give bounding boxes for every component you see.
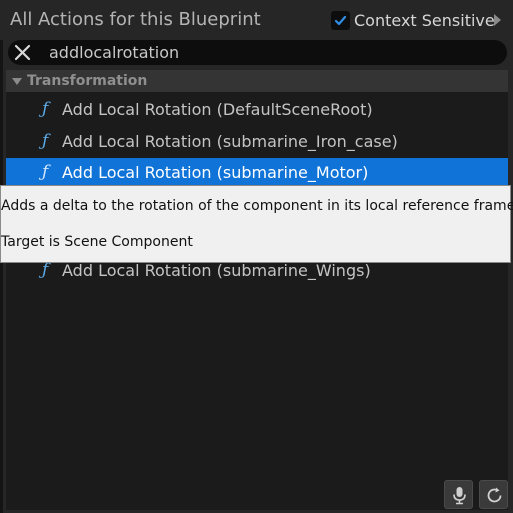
collapse-arrow-icon[interactable] xyxy=(12,78,22,85)
function-icon: ƒ xyxy=(42,260,49,280)
category-label: Transformation xyxy=(27,73,148,89)
list-item[interactable]: ƒ Add Local Rotation (DefaultSceneRoot) xyxy=(6,95,508,125)
tooltip-description: Adds a delta to the rotation of the comp… xyxy=(1,198,513,214)
function-icon: ƒ xyxy=(42,131,49,151)
voice-search-button[interactable] xyxy=(444,480,473,509)
list-item-label: Add Local Rotation (DefaultSceneRoot) xyxy=(62,100,373,119)
close-icon[interactable] xyxy=(14,44,31,61)
action-menu-panel: All Actions for this Blueprint Context S… xyxy=(0,0,513,513)
microphone-icon xyxy=(453,487,466,505)
context-sensitive-checkbox[interactable] xyxy=(331,11,350,30)
checkmark-icon xyxy=(334,15,347,26)
search-input[interactable]: addlocalrotation xyxy=(49,43,179,62)
function-icon: ƒ xyxy=(42,162,49,182)
panel-title: All Actions for this Blueprint xyxy=(10,9,261,30)
list-item-selected[interactable]: ƒ Add Local Rotation (submarine_Motor) xyxy=(6,158,508,188)
list-item[interactable]: ƒ Add Local Rotation (submarine_Iron_cas… xyxy=(6,127,508,157)
refresh-icon xyxy=(487,487,502,503)
refresh-button[interactable] xyxy=(479,480,508,509)
category-transformation[interactable]: Transformation xyxy=(6,70,508,92)
function-icon: ƒ xyxy=(42,99,49,119)
list-item-label: Add Local Rotation (submarine_Iron_case) xyxy=(62,132,398,151)
search-box[interactable]: addlocalrotation xyxy=(8,40,507,65)
list-item-label: Add Local Rotation (submarine_Wings) xyxy=(62,261,371,280)
expand-arrow-icon[interactable] xyxy=(494,14,501,26)
context-sensitive-label[interactable]: Context Sensitive xyxy=(354,11,495,30)
tooltip: Adds a delta to the rotation of the comp… xyxy=(0,185,513,263)
list-item-label: Add Local Rotation (submarine_Motor) xyxy=(62,163,369,182)
action-list: Transformation ƒ Add Local Rotation (Def… xyxy=(6,70,508,510)
tooltip-target: Target is Scene Component xyxy=(1,234,193,250)
header-bar: All Actions for this Blueprint Context S… xyxy=(0,0,513,40)
